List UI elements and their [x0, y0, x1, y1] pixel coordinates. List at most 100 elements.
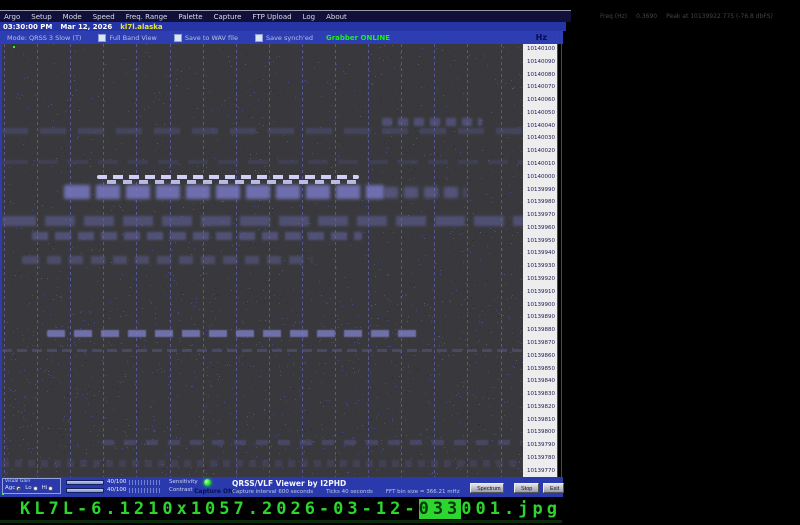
freq-scale-tick	[520, 189, 523, 191]
signal-trace	[97, 175, 359, 179]
freq-scale-label: 10140100	[527, 46, 555, 52]
freq-scale-tick	[520, 138, 523, 140]
freq-scale-label: 10139800	[527, 429, 555, 436]
freq-scale-label: 10139820	[527, 403, 555, 410]
capture-info-row: Capture interval 600 seconds Ticks 40 sec…	[232, 489, 473, 495]
freq-scale-tick	[520, 100, 523, 102]
contrast-slider-track[interactable]	[129, 487, 161, 493]
freq-scale-tick	[520, 342, 523, 344]
freq-scale-label: 10139960	[527, 224, 555, 231]
sensitivity-value: 40/100	[107, 479, 127, 485]
freq-scale-tick	[520, 330, 523, 332]
radio-label: Hi	[41, 485, 48, 491]
stop-button[interactable]: Stop	[514, 483, 539, 493]
freq-scale-label: 10139830	[527, 391, 555, 398]
signal-trace	[2, 160, 523, 164]
sensitivity-slider[interactable]	[66, 479, 104, 485]
argo-grabber-screen: Argo Setup Mode Speed Freq. Range Palette Capt…	[0, 0, 800, 525]
freq-scale-label: 10140060	[527, 97, 555, 104]
menu-item-setup[interactable]: Setup	[31, 13, 51, 21]
freq-scale-label: 10139770	[527, 467, 555, 474]
peak-readout: Peak at 10139922.775 (-76.8 dbFS)	[666, 13, 773, 20]
freq-scale-tick	[520, 151, 523, 153]
checkbox-box-icon[interactable]	[98, 33, 107, 42]
freq-scale-label: 10140090	[527, 58, 555, 65]
signal-trace	[22, 256, 312, 264]
visual-gain-radio-hi[interactable]: Hi	[42, 485, 54, 491]
visual-gain-radio-lo[interactable]: Lo	[25, 485, 38, 491]
freq-scale-tick	[520, 470, 523, 472]
freq-scale-tick	[520, 432, 523, 434]
menu-item-mode[interactable]: Mode	[63, 13, 82, 21]
menu-item-speed[interactable]: Speed	[93, 13, 115, 21]
time-tick-gridline	[4, 44, 5, 477]
checkbox-save-to-wav-file[interactable]: Save to WAV file	[173, 33, 238, 42]
freq-scale-tick	[520, 87, 523, 89]
filename-prefix: KL7L-6.1210x1057.2026-03-12-	[20, 499, 419, 519]
freq-scale-label: 10139910	[527, 288, 555, 295]
time-tick-gridline	[368, 44, 370, 477]
filename-underline	[0, 520, 562, 523]
waterfall-display[interactable]	[0, 44, 523, 477]
radio-circle-icon[interactable]	[48, 485, 54, 491]
menu-item-log[interactable]: Log	[303, 13, 316, 21]
filename-suffix: 001.jpg	[461, 499, 561, 519]
station-name: kl7l.alaska	[120, 22, 163, 31]
signal-trace	[102, 180, 357, 184]
freq-scale-tick	[520, 164, 523, 166]
indicator-dot	[13, 46, 15, 48]
menu-item-palette[interactable]: Palette	[178, 13, 202, 21]
clock-time: 03:30:00 PM	[3, 22, 53, 31]
freq-readout-value: 0.3690	[636, 13, 658, 20]
menu-item-about[interactable]: About	[326, 13, 347, 21]
freq-scale-label: 10139940	[527, 250, 555, 257]
frequency-unit-label: Hz	[535, 33, 547, 42]
checkbox-save-synch-ed[interactable]: Save synch'ed	[254, 33, 313, 42]
menu-item-freq-range[interactable]: Freq. Range	[126, 13, 168, 21]
checkbox-box-icon[interactable]	[254, 33, 263, 42]
sensitivity-slider-track[interactable]	[129, 479, 161, 485]
freq-scale-label: 10140020	[527, 148, 555, 155]
menu-item-argo[interactable]: Argo	[4, 13, 20, 21]
freq-scale-label: 10140010	[527, 161, 555, 168]
freq-scale-label: 10140040	[527, 122, 555, 129]
freq-scale-tick	[520, 368, 523, 370]
checkbox-full-band-view[interactable]: Full Band View	[98, 33, 157, 42]
freq-readout: Freq (Hz) 0.3690 Peak at 10139922.775 (-…	[600, 13, 798, 20]
exit-button[interactable]: Exit	[543, 483, 564, 493]
checkbox-label: Save synch'ed	[265, 33, 313, 42]
window-right-border	[557, 30, 562, 497]
freq-scale-label: 10139810	[527, 416, 555, 423]
radio-circle-icon[interactable]	[32, 485, 38, 491]
freq-scale-label: 10139900	[527, 301, 555, 308]
menu-item-ftp-upload[interactable]: FTP Upload	[252, 13, 291, 21]
time-tick-gridline	[500, 44, 502, 477]
freq-scale-tick	[520, 49, 523, 50]
freq-scale-tick	[520, 445, 523, 447]
freq-scale-tick	[520, 394, 523, 396]
checkbox-label: Full Band View	[109, 33, 157, 42]
freq-scale-label: 10139930	[527, 263, 555, 270]
info-text: Ticks 40 seconds	[326, 489, 373, 495]
capture-led-icon	[204, 479, 211, 486]
freq-scale-tick	[520, 406, 523, 408]
visual-gain-group: Visual Gain Agc Lo Hi	[2, 478, 61, 494]
indicator-dot	[2, 493, 4, 495]
checkbox-box-icon[interactable]	[173, 33, 182, 42]
time-tick-gridline	[401, 44, 403, 477]
freq-scale-label: 10139780	[527, 454, 555, 461]
contrast-slider[interactable]	[66, 487, 104, 493]
visual-gain-radio-agc[interactable]: Agc	[5, 485, 22, 491]
menu-item-capture[interactable]: Capture	[214, 13, 242, 21]
freq-scale-tick	[520, 176, 523, 178]
radio-label: Lo	[25, 485, 32, 491]
freq-scale-tick	[520, 381, 523, 383]
time-tick-gridline	[434, 44, 436, 477]
radio-circle-icon[interactable]	[16, 485, 22, 491]
app-title: QRSS/VLF Viewer by I2PHD	[232, 479, 347, 488]
freq-scale-tick	[520, 317, 523, 319]
signal-trace	[32, 232, 362, 240]
waterfall-noise	[2, 44, 3, 45]
spectrum-button[interactable]: Spectrum	[470, 483, 504, 493]
status-bar: 03:30:00 PM Mar 12, 2026 kl7l.alaska	[0, 22, 566, 31]
